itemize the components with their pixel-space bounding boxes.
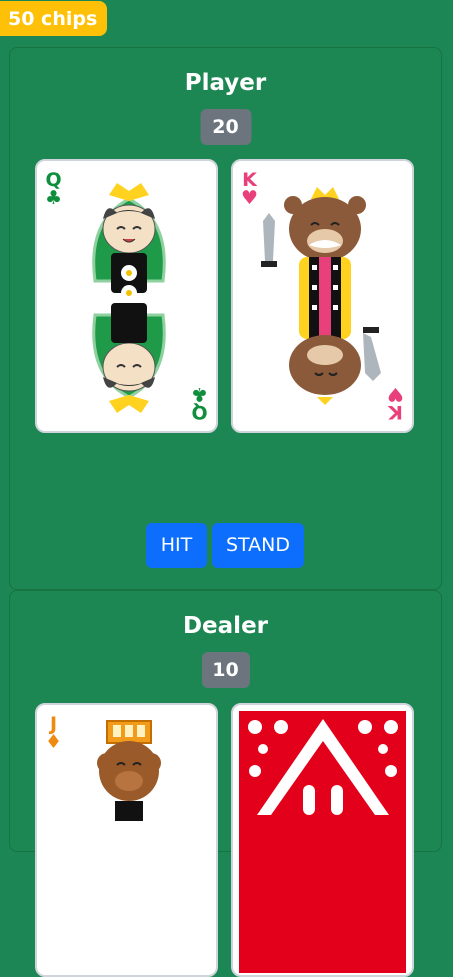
player-card-queen-clubs: Q ♣ Q ♣ <box>35 159 218 433</box>
chip-count-badge: 50 chips <box>0 1 108 36</box>
king-bear-icon <box>261 187 381 405</box>
player-title: Player <box>184 70 267 96</box>
card-back-icon <box>239 711 406 973</box>
stand-button[interactable]: STAND <box>212 523 304 568</box>
player-panel: Player 20 Q ♣ Q ♣ K ♥ K ♥ HIT STAND <box>9 47 442 590</box>
hit-button[interactable]: HIT <box>146 523 207 568</box>
dealer-card-face-down <box>231 703 414 977</box>
dealer-title: Dealer <box>182 613 269 639</box>
player-score-badge: 20 <box>200 109 251 145</box>
queen-cat-icon <box>92 183 166 413</box>
jack-dog-icon <box>97 720 161 821</box>
dealer-score-badge: 10 <box>201 652 250 688</box>
player-card-king-hearts: K ♥ K ♥ <box>231 159 414 433</box>
dealer-card-jack-diamonds: J ♦ <box>35 703 218 977</box>
dealer-panel: Dealer 10 J ♦ <box>9 590 442 977</box>
